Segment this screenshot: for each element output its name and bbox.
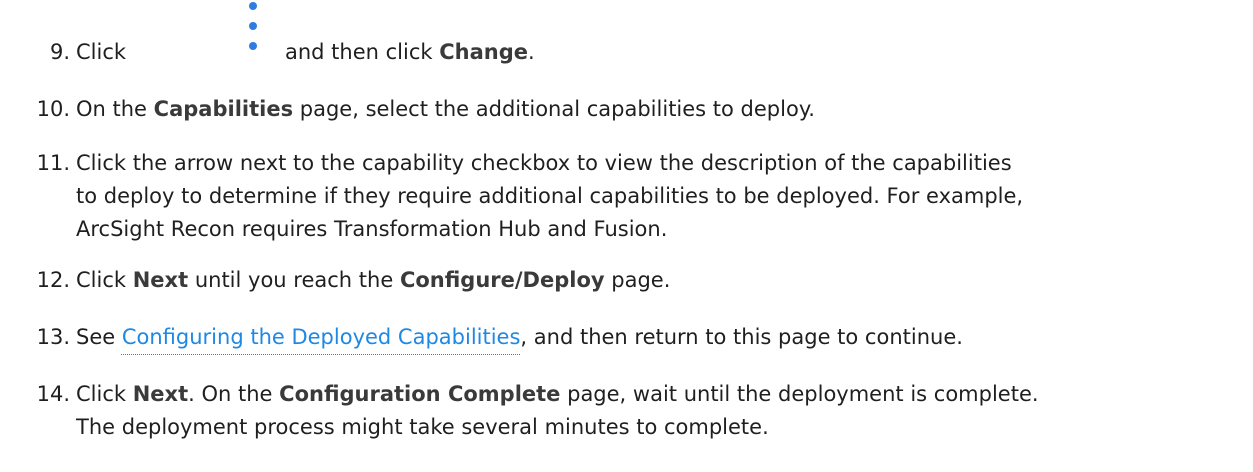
step-number: 11. bbox=[36, 151, 70, 175]
step-body: Click and then click Change. bbox=[76, 2, 1245, 69]
step-text: Click bbox=[76, 40, 127, 64]
step-number: 9. bbox=[49, 40, 70, 64]
ui-term-capabilities: Capabilities bbox=[153, 97, 294, 121]
step-text-line: to deploy to determine if they require a… bbox=[76, 184, 1024, 208]
kebab-dot bbox=[249, 42, 257, 50]
step-body: Click Next. On the Configuration Complet… bbox=[76, 378, 1245, 444]
step-text: Click Next until you reach the Configure… bbox=[76, 268, 671, 292]
step-text-line: Click the arrow next to the capability c… bbox=[76, 151, 1012, 175]
vertical-ellipsis-icon[interactable] bbox=[246, 2, 260, 50]
step-number: 13. bbox=[36, 325, 70, 349]
step-text: and then click Change. bbox=[285, 40, 535, 64]
procedure-steps: 9. Click and then click Change. 10. On t… bbox=[0, 0, 1253, 472]
step-text-line: ArcSight Recon requires Transformation H… bbox=[76, 217, 668, 241]
kebab-dot bbox=[249, 22, 257, 30]
step-text: See Configuring the Deployed Capabilitie… bbox=[76, 325, 963, 349]
step-number: 10. bbox=[36, 97, 70, 121]
ui-term-change: Change bbox=[439, 40, 529, 64]
step-body: Click Next until you reach the Configure… bbox=[76, 264, 1245, 297]
step-body: Click the arrow next to the capability c… bbox=[76, 147, 1245, 246]
ui-term-next: Next bbox=[132, 382, 189, 406]
ui-term-next: Next bbox=[132, 268, 189, 292]
ui-term-configuration-complete: Configuration Complete bbox=[279, 382, 561, 406]
step-text: On the Capabilities page, select the add… bbox=[76, 97, 815, 121]
kebab-dot bbox=[249, 2, 257, 10]
configuring-deployed-capabilities-link[interactable]: Configuring the Deployed Capabilities bbox=[122, 325, 521, 349]
step-body: See Configuring the Deployed Capabilitie… bbox=[76, 321, 1245, 354]
step-text-line: Click Next. On the Configuration Complet… bbox=[76, 382, 1039, 406]
step-number: 14. bbox=[36, 382, 70, 406]
step-number: 12. bbox=[36, 268, 70, 292]
step-body: On the Capabilities page, select the add… bbox=[76, 93, 1245, 126]
ui-term-configure-deploy: Configure/Deploy bbox=[399, 268, 605, 292]
step-text-line: The deployment process might take severa… bbox=[76, 415, 769, 439]
